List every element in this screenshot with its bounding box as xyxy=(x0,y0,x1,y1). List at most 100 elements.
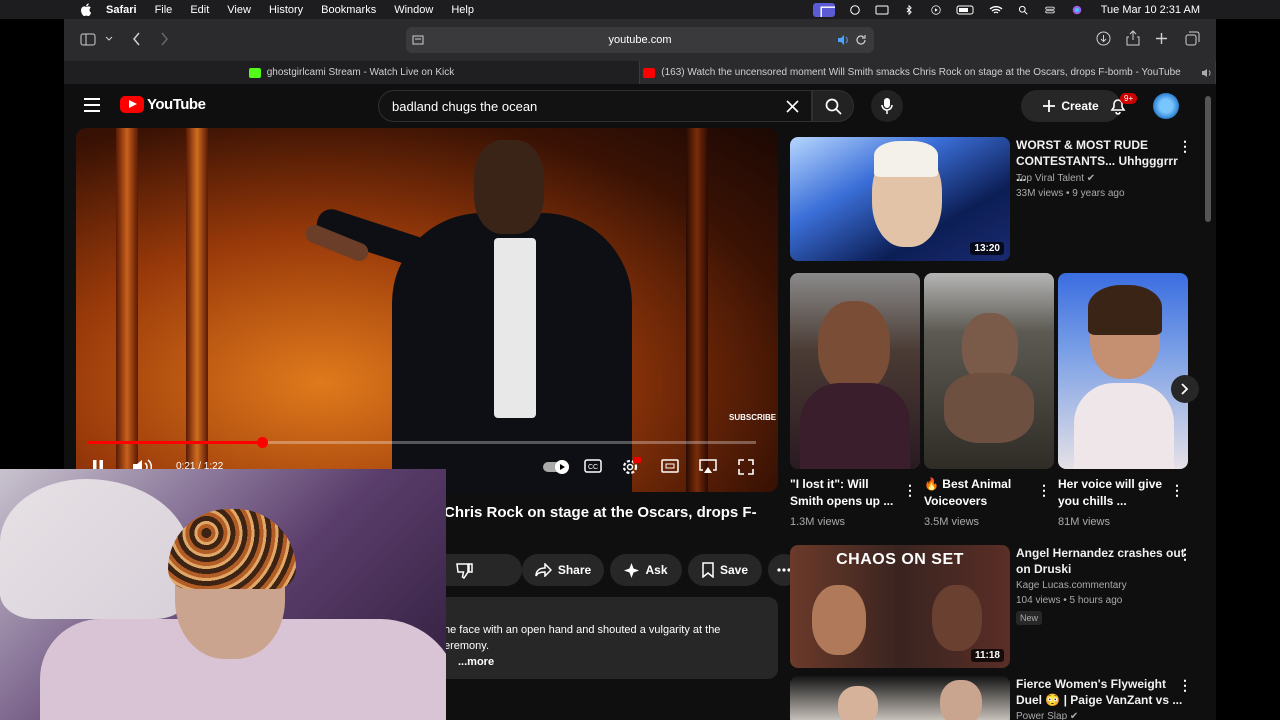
short-title[interactable]: 🔥 Best Animal Voiceovers xyxy=(924,476,1034,510)
ask-button[interactable]: Ask xyxy=(610,554,682,586)
svg-text:CC: CC xyxy=(588,464,598,471)
video-title: Chris Rock on stage at the Oscars, drops… xyxy=(444,504,757,521)
back-icon[interactable] xyxy=(132,32,141,46)
keyboard-icon[interactable] xyxy=(875,5,889,15)
video-thumbnail[interactable]: CHAOS ON SET 11:18 xyxy=(790,545,1010,668)
more-vertical-icon[interactable]: ⋮ xyxy=(1178,546,1192,563)
share-button[interactable]: Share xyxy=(522,554,604,586)
short-title[interactable]: Her voice will give you chills ... xyxy=(1058,476,1168,510)
video-title[interactable]: Angel Hernandez crashes out on Druski xyxy=(1016,545,1186,577)
airplay-icon[interactable] xyxy=(699,459,717,474)
clock-status-icon[interactable] xyxy=(848,4,862,15)
screen-share-icon[interactable] xyxy=(812,2,835,17)
menu-clock[interactable]: Tue Mar 10 2:31 AM xyxy=(1101,4,1200,16)
tab-label[interactable]: ghostgirlcami Stream - Watch Live on Kic… xyxy=(267,67,454,78)
channel-name[interactable]: Top Viral Talent xyxy=(1016,173,1084,184)
shorts-next-button[interactable] xyxy=(1171,375,1199,403)
captions-icon[interactable]: CC xyxy=(584,459,602,473)
sidebar-toggle-icon[interactable] xyxy=(80,33,96,46)
audio-playing-icon[interactable] xyxy=(837,34,850,46)
presenter-head xyxy=(474,140,544,234)
video-title[interactable]: Fierce Women's Flyweight Duel 😳 | Paige … xyxy=(1016,676,1186,708)
video-thumbnail[interactable] xyxy=(790,676,1010,720)
reader-icon[interactable] xyxy=(412,34,424,46)
youtube-logo[interactable]: YouTube xyxy=(120,96,206,113)
tab-kick-stream[interactable]: ghostgirlcami Stream - Watch Live on Kic… xyxy=(64,61,640,84)
more-vertical-icon[interactable]: ⋮ xyxy=(1178,138,1192,155)
short-thumbnail[interactable] xyxy=(790,273,920,469)
address-bar[interactable]: youtube.com xyxy=(406,27,874,53)
battery-icon[interactable] xyxy=(956,5,976,15)
autoplay-toggle-icon[interactable] xyxy=(542,459,570,475)
menu-app-name[interactable]: Safari xyxy=(106,4,137,16)
reload-icon[interactable] xyxy=(855,34,867,46)
control-center-icon[interactable] xyxy=(1043,5,1057,15)
progress-bar[interactable] xyxy=(88,437,756,448)
avatar[interactable] xyxy=(1153,93,1179,119)
menu-bookmarks[interactable]: Bookmarks xyxy=(321,4,376,16)
save-button[interactable]: Save xyxy=(688,554,762,586)
share-label: Share xyxy=(557,563,592,577)
now-playing-icon[interactable] xyxy=(929,4,943,15)
chevron-down-icon[interactable] xyxy=(105,36,113,42)
url-text[interactable]: youtube.com xyxy=(609,34,672,46)
thumbnail-person xyxy=(818,301,890,393)
progress-scrubber[interactable] xyxy=(256,437,268,448)
more-vertical-icon[interactable]: ⋮ xyxy=(1178,677,1192,694)
short-thumbnail[interactable] xyxy=(1058,273,1188,469)
kick-icon xyxy=(248,67,261,78)
video-thumbnail[interactable]: 13:20 xyxy=(790,137,1010,261)
miniplayer-icon[interactable] xyxy=(661,459,679,473)
show-more-link[interactable]: ...more xyxy=(444,654,768,670)
voice-search-button[interactable] xyxy=(871,90,903,122)
tab-overview-icon[interactable] xyxy=(1185,31,1200,46)
notification-badge: 9+ xyxy=(1120,93,1138,104)
webcam-pillow xyxy=(0,479,190,619)
short-title[interactable]: "I lost it": Will Smith opens up ... xyxy=(790,476,900,510)
channel-name[interactable]: Power Slap xyxy=(1016,711,1067,720)
logo-text: YouTube xyxy=(147,96,206,113)
forward-icon[interactable] xyxy=(160,32,169,46)
macos-menu-bar: Safari File Edit View History Bookmarks … xyxy=(0,0,1280,19)
menu-edit[interactable]: Edit xyxy=(190,4,209,16)
tab-audio-icon[interactable] xyxy=(1201,68,1212,78)
search-button[interactable] xyxy=(812,90,854,122)
menu-view[interactable]: View xyxy=(227,4,251,16)
create-button[interactable]: Create xyxy=(1021,90,1121,122)
page-scrollbar[interactable] xyxy=(1205,96,1211,222)
menu-file[interactable]: File xyxy=(155,4,173,16)
dislike-icon[interactable] xyxy=(456,562,474,579)
bluetooth-icon[interactable] xyxy=(902,4,916,15)
more-vertical-icon[interactable]: ⋮ xyxy=(1037,482,1051,499)
share-arrow-icon xyxy=(535,563,552,577)
fullscreen-icon[interactable] xyxy=(738,459,754,475)
more-vertical-icon[interactable]: ⋮ xyxy=(903,482,917,499)
downloads-icon[interactable] xyxy=(1096,31,1111,46)
apple-icon[interactable] xyxy=(80,3,92,16)
tab-youtube[interactable]: (163) Watch the uncensored moment Will S… xyxy=(640,61,1216,84)
menu-window[interactable]: Window xyxy=(394,4,433,16)
search-query[interactable]: badland chugs the ocean xyxy=(392,99,537,114)
spotlight-search-icon[interactable] xyxy=(1016,5,1030,15)
channel-name[interactable]: Kage Lucas.commentary xyxy=(1016,578,1186,593)
siri-icon[interactable] xyxy=(1070,5,1084,15)
subscribe-watermark[interactable]: SUBSCRIBE xyxy=(729,413,776,422)
short-thumbnail[interactable] xyxy=(924,273,1054,469)
video-player[interactable]: SUBSCRIBE 0:21 / 1:22 CC xyxy=(76,128,778,492)
settings-gear-icon[interactable] xyxy=(621,457,641,475)
tab-label[interactable]: (163) Watch the uncensored moment Will S… xyxy=(661,67,1180,78)
new-tab-icon[interactable] xyxy=(1155,32,1168,45)
screen: Safari File Edit View History Bookmarks … xyxy=(0,0,1280,720)
menu-history[interactable]: History xyxy=(269,4,303,16)
search-input[interactable]: badland chugs the ocean xyxy=(378,90,812,122)
menu-help[interactable]: Help xyxy=(451,4,474,16)
plus-icon xyxy=(1043,100,1056,112)
clear-search-icon[interactable] xyxy=(786,100,799,113)
verified-icon: ✔ xyxy=(1069,711,1079,720)
share-icon[interactable] xyxy=(1126,30,1140,46)
menu-icon[interactable] xyxy=(84,98,100,112)
progress-fill xyxy=(88,441,262,444)
more-vertical-icon[interactable]: ⋮ xyxy=(1170,482,1184,499)
description-box[interactable]: he face with an open hand and shouted a … xyxy=(434,597,778,679)
wifi-icon[interactable] xyxy=(989,5,1003,15)
